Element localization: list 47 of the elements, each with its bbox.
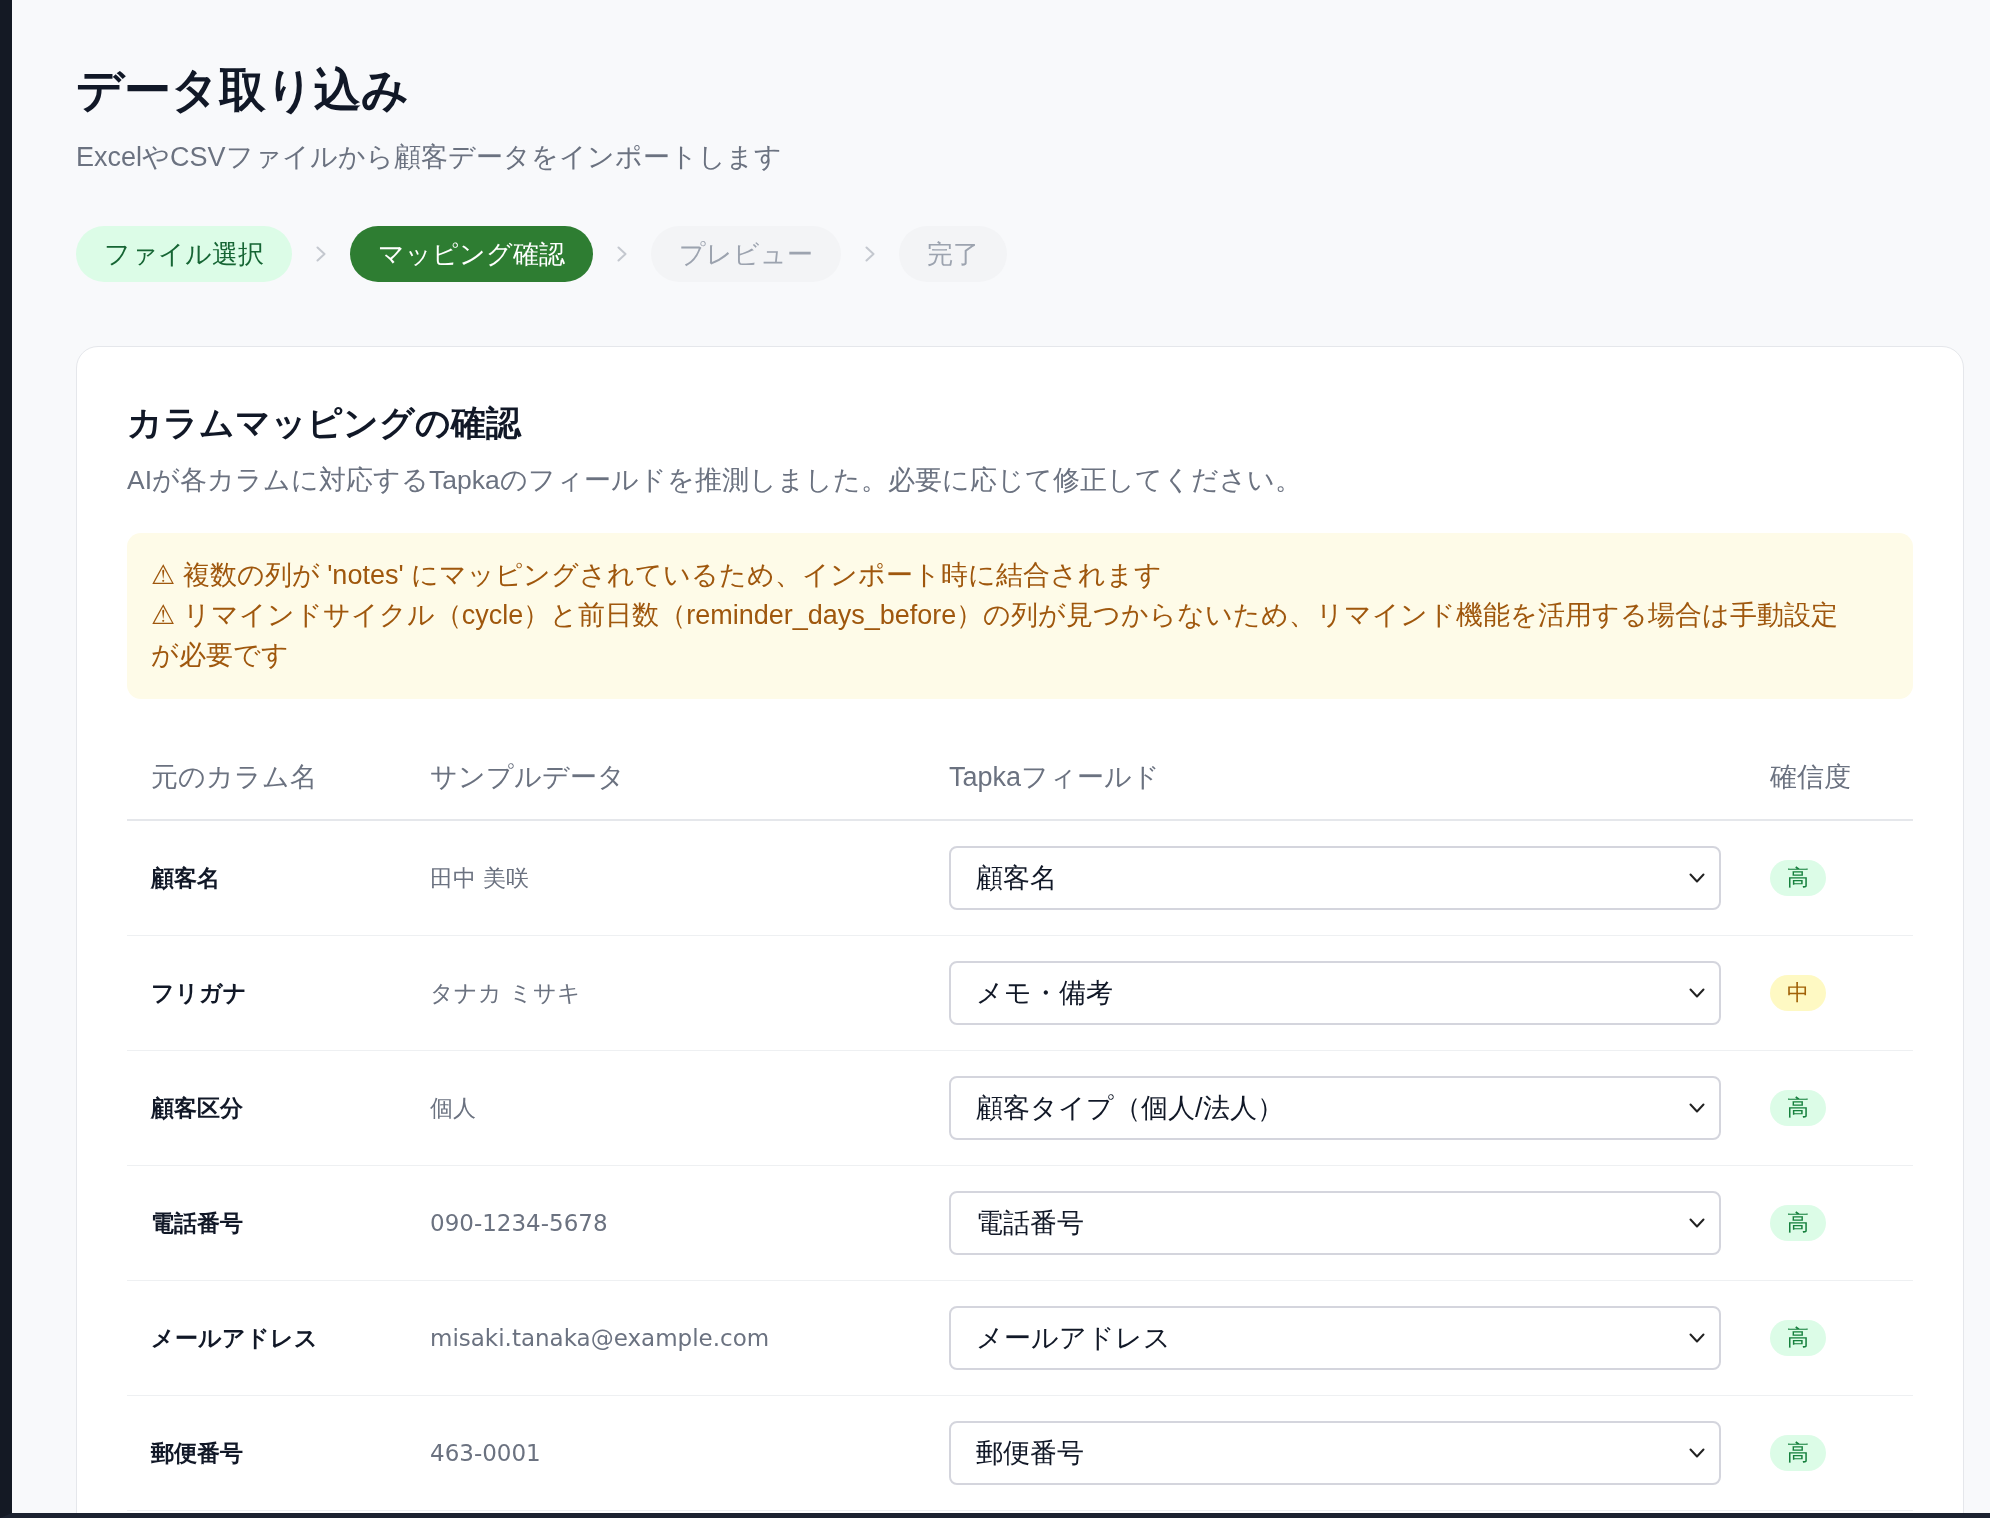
card-description: AIが各カラムに対応するTapkaのフィールドを推測しました。必要に応じて修正してください。 <box>127 464 1302 497</box>
chevron-down-icon <box>1689 1103 1705 1113</box>
page-subtitle: ExcelやCSVファイルから顧客データをインポートします <box>76 141 782 174</box>
confidence-badge: 高 <box>1770 860 1826 896</box>
field-select[interactable]: 電話番号 <box>949 1191 1721 1255</box>
step-indicator: マッピング確認 <box>350 226 593 282</box>
chevron-down-icon <box>1689 988 1705 998</box>
confidence-badge: 中 <box>1770 975 1826 1011</box>
confidence-badge: 高 <box>1770 1205 1826 1241</box>
chevron-right-icon <box>865 246 875 262</box>
chevron-down-icon <box>1689 1333 1705 1343</box>
field-select[interactable]: 顧客名 <box>949 846 1721 910</box>
field-select[interactable]: 顧客タイプ（個人/法人） <box>949 1076 1721 1140</box>
page-title: データ取り込み <box>76 62 409 118</box>
step-indicator: プレビュー <box>651 226 841 282</box>
confidence-badge: 高 <box>1770 1320 1826 1356</box>
field-select[interactable]: 郵便番号 <box>949 1421 1721 1485</box>
column-header: 確信度 <box>1770 761 1851 794</box>
confidence-badge: 高 <box>1770 1435 1826 1471</box>
column-name: 顧客区分 <box>151 1093 243 1123</box>
column-name: メールアドレス <box>151 1323 318 1353</box>
sample-value: 463-0001 <box>430 1440 541 1466</box>
chevron-down-icon <box>1689 1218 1705 1228</box>
chevron-right-icon <box>316 246 326 262</box>
sample-value: 090-1234-5678 <box>430 1210 608 1236</box>
column-name: 電話番号 <box>151 1208 243 1238</box>
warning-message: ⚠ 複数の列が 'notes' にマッピングされているため、インポート時に結合されます <box>151 559 1164 592</box>
column-name: 顧客名 <box>151 863 220 893</box>
confidence-badge: 高 <box>1770 1090 1826 1126</box>
sample-value: misaki.tanaka@example.com <box>430 1325 770 1351</box>
field-select[interactable]: メールアドレス <box>949 1306 1721 1370</box>
warning-message: ⚠ リマインドサイクル（cycle）と前日数（reminder_days_before）の列が見つからないため、リマインド機能を活用する場合は手動設定が必要です <box>151 599 1840 672</box>
column-name: フリガナ <box>151 978 247 1008</box>
column-header: 元のカラム名 <box>151 761 317 794</box>
sample-value: 個人 <box>430 1093 476 1123</box>
chevron-down-icon <box>1689 1448 1705 1458</box>
column-name: 郵便番号 <box>151 1438 243 1468</box>
field-select[interactable]: メモ・備考 <box>949 961 1721 1025</box>
chevron-right-icon <box>617 246 627 262</box>
sample-value: タナカ ミサキ <box>430 978 582 1008</box>
column-header: サンプルデータ <box>430 761 625 794</box>
sample-value: 田中 美咲 <box>430 863 530 893</box>
step-indicator: 完了 <box>899 226 1007 282</box>
card-title: カラムマッピングの確認 <box>127 403 521 444</box>
chevron-down-icon <box>1689 873 1705 883</box>
step-indicator: ファイル選択 <box>76 226 292 282</box>
column-header: Tapkaフィールド <box>949 761 1161 794</box>
